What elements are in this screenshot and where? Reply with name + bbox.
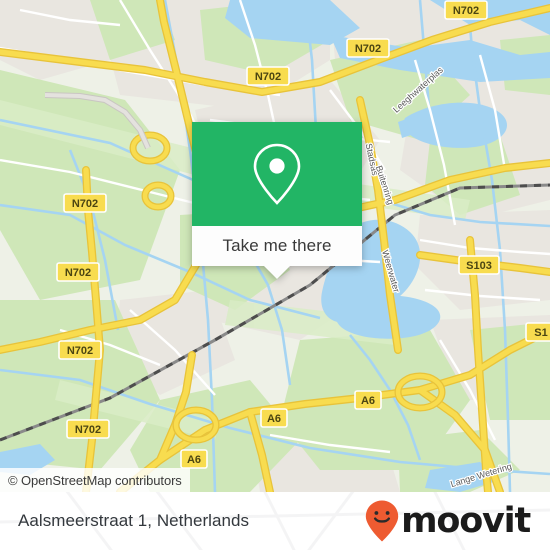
svg-text:N702: N702 (67, 345, 93, 357)
callout-action-label[interactable]: Take me there (192, 226, 362, 266)
map-pin-icon (253, 143, 301, 205)
moovit-smiley-pin-icon (365, 500, 399, 542)
callout-pointer (264, 266, 290, 279)
footer-bar: Aalsmeerstraat 1, Netherlands moovit (0, 492, 550, 550)
svg-text:N702: N702 (72, 198, 98, 210)
osm-attribution[interactable]: © OpenStreetMap contributors (0, 468, 190, 492)
road-shield: N702 (346, 38, 390, 58)
road-shield: S1 (525, 322, 550, 342)
take-me-there-callout[interactable]: Take me there (192, 122, 362, 279)
road-shield: N702 (246, 66, 290, 86)
svg-text:N702: N702 (65, 267, 91, 279)
road-shield: S103 (458, 255, 500, 275)
callout-pin-area (192, 122, 362, 226)
svg-text:S103: S103 (466, 260, 492, 272)
road-shield: N702 (63, 193, 107, 213)
svg-text:A6: A6 (187, 454, 201, 466)
svg-text:N702: N702 (453, 5, 479, 17)
road-shield: N702 (58, 340, 102, 360)
road-shield: N702 (66, 419, 110, 439)
svg-text:N702: N702 (255, 71, 281, 83)
svg-text:N702: N702 (355, 43, 381, 55)
road-shield: N702 (56, 262, 100, 282)
svg-text:A6: A6 (361, 395, 375, 407)
svg-text:A6: A6 (267, 413, 281, 425)
road-shield: A6 (180, 449, 208, 469)
moovit-wordmark: moovit (401, 500, 531, 541)
footer-address-text: Aalsmeerstraat 1, Netherlands (18, 511, 250, 530)
osm-attribution-text: © OpenStreetMap contributors (8, 472, 182, 488)
road-shield: A6 (354, 390, 382, 410)
svg-text:N702: N702 (75, 424, 101, 436)
road-shield: N702 (444, 0, 488, 20)
moovit-logo[interactable]: moovit (364, 499, 531, 543)
screen-root: Leeghwaterplas Stadsas Buitenring Weerwa… (0, 0, 550, 550)
svg-text:S1: S1 (534, 327, 547, 339)
road-shield: A6 (260, 408, 288, 428)
